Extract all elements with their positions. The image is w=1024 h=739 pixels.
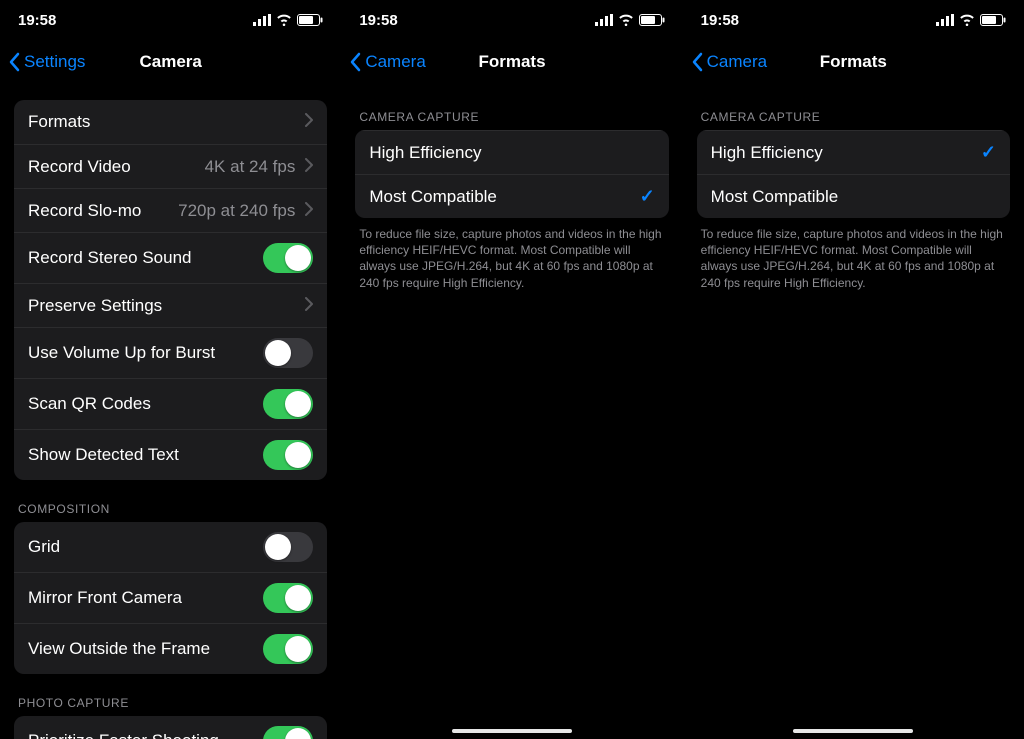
status-bar: 19:58 [341,0,682,40]
view-outside-switch[interactable] [263,634,313,664]
row-mirror-front: Mirror Front Camera [14,572,327,623]
back-label: Settings [24,52,85,72]
checkmark-icon: ✓ [640,186,655,207]
section-header-photo: PHOTO CAPTURE [14,674,327,716]
formats-note: To reduce file size, capture photos and … [683,218,1024,291]
row-label: Formats [28,112,305,132]
row-label: Show Detected Text [28,445,263,465]
wifi-icon [276,14,292,26]
row-preserve-settings[interactable]: Preserve Settings [14,283,327,327]
signal-icon [253,14,271,26]
chevron-right-icon [305,296,313,316]
checkmark-icon: ✓ [981,142,996,163]
page-title: Camera [139,52,201,72]
status-time: 19:58 [18,12,56,29]
option-high-efficiency[interactable]: High Efficiency [355,130,668,174]
row-formats[interactable]: Formats [14,100,327,144]
row-record-slomo[interactable]: Record Slo-mo 720p at 240 fps [14,188,327,232]
row-label: Preserve Settings [28,296,305,316]
chevron-left-icon [349,52,361,72]
row-detail: 720p at 240 fps [178,201,295,221]
row-label: Prioritize Faster Shooting [28,731,263,739]
option-label: High Efficiency [369,143,654,163]
volume-burst-switch[interactable] [263,338,313,368]
chevron-right-icon [305,157,313,177]
status-icons [936,14,1006,26]
signal-icon [595,14,613,26]
back-button[interactable]: Settings [8,52,85,72]
status-bar: 19:58 [683,0,1024,40]
grid-switch[interactable] [263,532,313,562]
show-text-switch[interactable] [263,440,313,470]
back-button[interactable]: Camera [349,52,425,72]
row-record-video[interactable]: Record Video 4K at 24 fps [14,144,327,188]
battery-icon [639,14,665,26]
row-volume-burst: Use Volume Up for Burst [14,327,327,378]
stereo-sound-switch[interactable] [263,243,313,273]
page-title: Formats [820,52,887,72]
nav-bar: Camera Formats [683,40,1024,84]
status-icons [595,14,665,26]
battery-icon [980,14,1006,26]
row-scan-qr: Scan QR Codes [14,378,327,429]
back-label: Camera [365,52,425,72]
chevron-left-icon [8,52,20,72]
chevron-right-icon [305,201,313,221]
row-detail: 4K at 24 fps [205,157,296,177]
back-button[interactable]: Camera [691,52,767,72]
screen-formats-hieff: 19:58 Camera Formats CAMERA CAPTURE High… [683,0,1024,739]
section-header: CAMERA CAPTURE [341,84,682,130]
option-label: High Efficiency [711,143,981,163]
option-label: Most Compatible [369,187,639,207]
row-stereo-sound: Record Stereo Sound [14,232,327,283]
prioritize-faster-switch[interactable] [263,726,313,739]
row-show-text: Show Detected Text [14,429,327,480]
wifi-icon [959,14,975,26]
home-indicator[interactable] [452,729,572,733]
back-label: Camera [707,52,767,72]
screen-camera-settings: 19:58 Settings Camera Formats [0,0,341,739]
status-time: 19:58 [701,12,739,29]
chevron-right-icon [305,112,313,132]
formats-note: To reduce file size, capture photos and … [341,218,682,291]
status-time: 19:58 [359,12,397,29]
wifi-icon [618,14,634,26]
row-label: View Outside the Frame [28,639,263,659]
option-high-efficiency[interactable]: High Efficiency ✓ [697,130,1010,174]
mirror-front-switch[interactable] [263,583,313,613]
screen-formats-compat: 19:58 Camera Formats CAMERA CAPTURE High… [341,0,682,739]
row-label: Record Video [28,157,205,177]
scan-qr-switch[interactable] [263,389,313,419]
option-label: Most Compatible [711,187,996,207]
home-indicator[interactable] [793,729,913,733]
row-label: Mirror Front Camera [28,588,263,608]
row-view-outside: View Outside the Frame [14,623,327,674]
chevron-left-icon [691,52,703,72]
nav-bar: Camera Formats [341,40,682,84]
row-label: Use Volume Up for Burst [28,343,263,363]
row-label: Record Stereo Sound [28,248,263,268]
row-label: Grid [28,537,263,557]
row-label: Scan QR Codes [28,394,263,414]
status-bar: 19:58 [0,0,341,40]
signal-icon [936,14,954,26]
row-grid: Grid [14,522,327,572]
battery-icon [297,14,323,26]
row-label: Record Slo-mo [28,201,178,221]
nav-bar: Settings Camera [0,40,341,84]
page-title: Formats [478,52,545,72]
section-header-composition: COMPOSITION [14,480,327,522]
option-most-compatible[interactable]: Most Compatible ✓ [355,174,668,218]
option-most-compatible[interactable]: Most Compatible [697,174,1010,218]
section-header: CAMERA CAPTURE [683,84,1024,130]
row-prioritize-faster: Prioritize Faster Shooting [14,716,327,739]
status-icons [253,14,323,26]
